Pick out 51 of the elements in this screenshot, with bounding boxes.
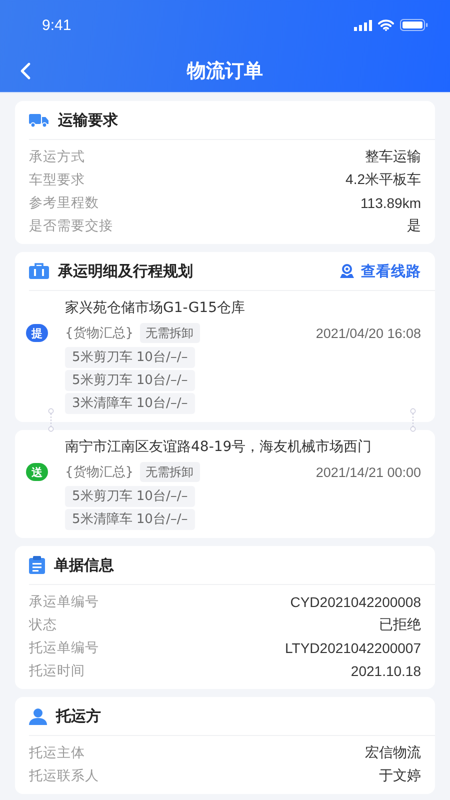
status-time: 9:41 [42,16,72,34]
field-label: 车型要求 [29,170,85,188]
field-label: 托运主体 [29,744,85,762]
section-title: 运输要求 [58,110,119,130]
unload-tag: 无需拆卸 [140,323,200,343]
cargo-item: 5米清障车 10台/–/– [65,509,195,530]
stop-badge: 送 [26,463,48,481]
person-icon [29,708,47,724]
battery-icon [400,19,428,31]
wifi-icon [378,19,394,31]
field-value: 宏信物流 [365,744,421,762]
back-icon[interactable] [19,62,31,80]
field-label: 状态 [29,616,57,634]
cargo-summary: {货物汇总} [65,464,134,481]
unload-tag: 无需拆卸 [140,462,200,482]
cargo-item: 5米剪刀车 10台/–/– [65,347,195,368]
field-label: 承运方式 [29,148,85,166]
view-route-link[interactable]: 查看线路 [339,262,421,280]
briefcase-icon [29,262,49,280]
clipboard-icon [29,556,45,574]
stop-address: 家兴苑仓储市场G1-G15仓库 [65,299,246,317]
field-value: 113.89km [360,194,421,210]
stop-time: 2021/14/21 00:00 [316,464,421,480]
field-label: 托运联系人 [29,766,99,784]
field-value: 整车运输 [365,148,421,166]
cargo-summary: {货物汇总} [65,325,134,342]
field-value: CYD2021042200008 [290,594,421,610]
stop-address: 南宁市江南区友谊路48-19号，海友机械市场西门 [65,438,373,456]
field-label: 托运单编号 [29,638,99,656]
cargo-item: 3米清障车 10台/–/– [65,393,195,414]
location-person-icon [339,264,355,278]
stop-time: 2021/04/20 16:08 [316,326,421,340]
field-label: 承运单编号 [29,592,99,610]
field-label: 托运时间 [29,662,85,680]
field-label: 是否需要交接 [29,216,113,234]
section-title: 单据信息 [54,556,115,574]
section-title: 托运方 [56,706,102,726]
field-value: 已拒绝 [379,616,421,634]
cargo-item: 5米剪刀车 10台/–/– [65,486,195,507]
field-value: 是 [407,216,421,234]
page-title: 物流订单 [187,59,263,84]
cargo-item: 5米剪刀车 10台/–/– [65,370,195,391]
section-title: 承运明细及行程规划 [58,262,194,280]
field-value: 于文婷 [379,766,421,784]
field-label: 参考里程数 [29,194,99,212]
stop-badge: 提 [26,324,48,342]
field-value: LTYD2021042200007 [285,640,421,656]
signal-icon [354,20,372,30]
truck-icon [29,112,49,128]
field-value: 4.2米平板车 [346,170,421,188]
field-value: 2021.10.18 [350,662,421,678]
